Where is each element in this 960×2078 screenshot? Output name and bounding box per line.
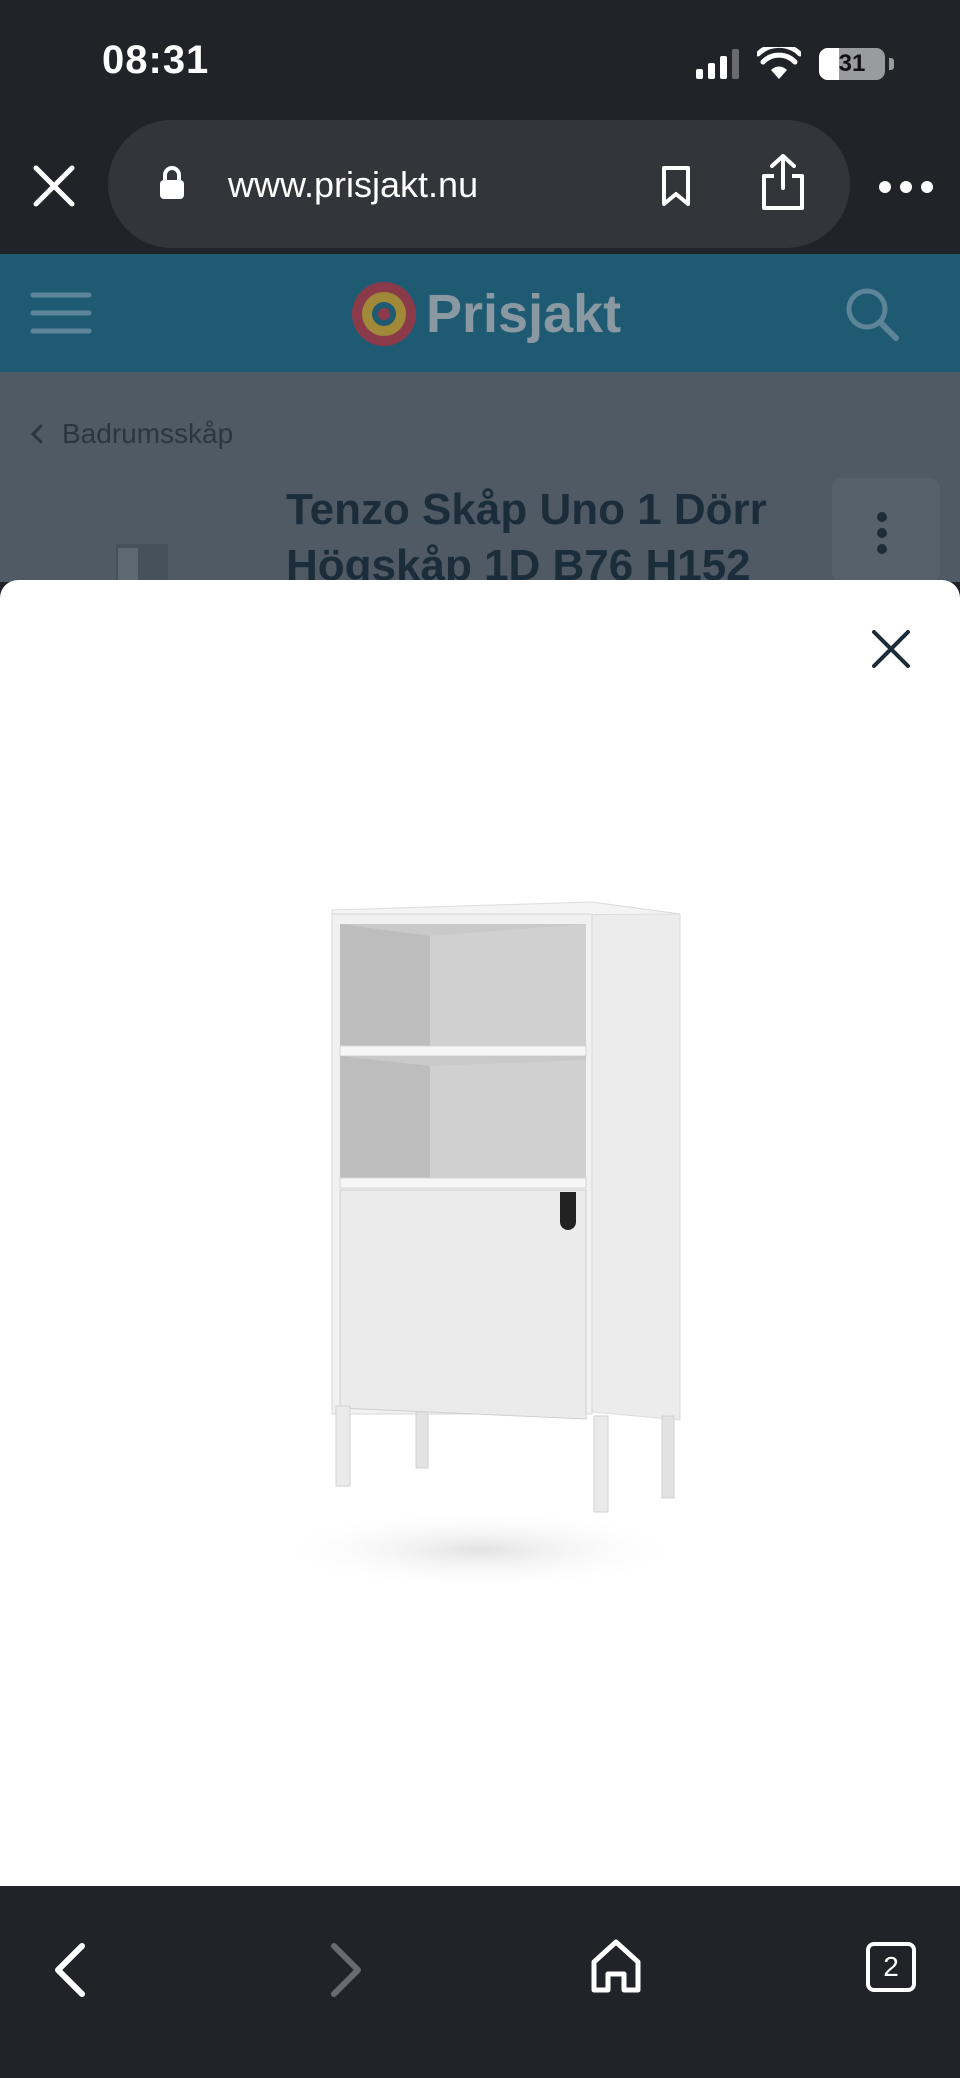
image-viewer-modal <box>0 580 960 1886</box>
hamburger-menu-icon[interactable] <box>30 290 92 336</box>
tab-count: 2 <box>883 1951 899 1982</box>
breadcrumb[interactable]: Badrumsskåp <box>30 418 233 450</box>
product-page-behind: Badrumsskåp Tenzo Skåp Uno 1 Dörr Högskå… <box>0 372 960 590</box>
search-icon[interactable] <box>842 284 902 344</box>
url-text[interactable]: www.prisjakt.nu <box>228 164 478 206</box>
status-bar: 08:31 31 <box>0 0 960 120</box>
back-arrow-icon[interactable] <box>48 1940 94 2000</box>
address-bar[interactable]: www.prisjakt.nu <box>108 120 850 248</box>
logo-target-icon <box>352 282 416 346</box>
lock-icon <box>160 166 184 199</box>
browser-toolbar: www.prisjakt.nu <box>0 120 960 254</box>
close-icon[interactable] <box>866 624 916 674</box>
product-thumbnail[interactable] <box>112 544 178 582</box>
wifi-icon <box>757 47 801 79</box>
share-icon[interactable] <box>758 152 808 212</box>
status-time: 08:31 <box>102 38 210 82</box>
status-icons: 31 <box>696 44 894 84</box>
prisjakt-logo[interactable]: Prisjakt <box>348 276 621 352</box>
more-options-icon[interactable] <box>878 180 934 194</box>
cellular-signal-icon <box>696 49 739 79</box>
product-menu-button[interactable] <box>832 478 940 582</box>
tabs-button[interactable]: 2 <box>866 1942 916 1992</box>
forward-arrow-icon[interactable] <box>322 1940 368 2000</box>
battery-level: 31 <box>838 50 866 77</box>
product-title: Tenzo Skåp Uno 1 Dörr Högskåp 1D B76 H15… <box>286 482 846 594</box>
bookmark-icon[interactable] <box>656 164 696 208</box>
battery-icon: 31 <box>819 48 885 80</box>
product-title-line-1: Tenzo Skåp Uno 1 Dörr <box>286 485 767 534</box>
breadcrumb-label[interactable]: Badrumsskåp <box>62 418 233 450</box>
site-header: Prisjakt <box>0 254 960 372</box>
vertical-dots-icon <box>877 512 887 554</box>
logo-text: Prisjakt <box>426 284 622 344</box>
browser-bottom-toolbar: 2 <box>0 1886 960 2078</box>
chevron-left-icon <box>30 424 43 444</box>
close-tab-icon[interactable] <box>28 160 80 212</box>
home-icon[interactable] <box>588 1936 644 1996</box>
product-image <box>270 901 690 1590</box>
